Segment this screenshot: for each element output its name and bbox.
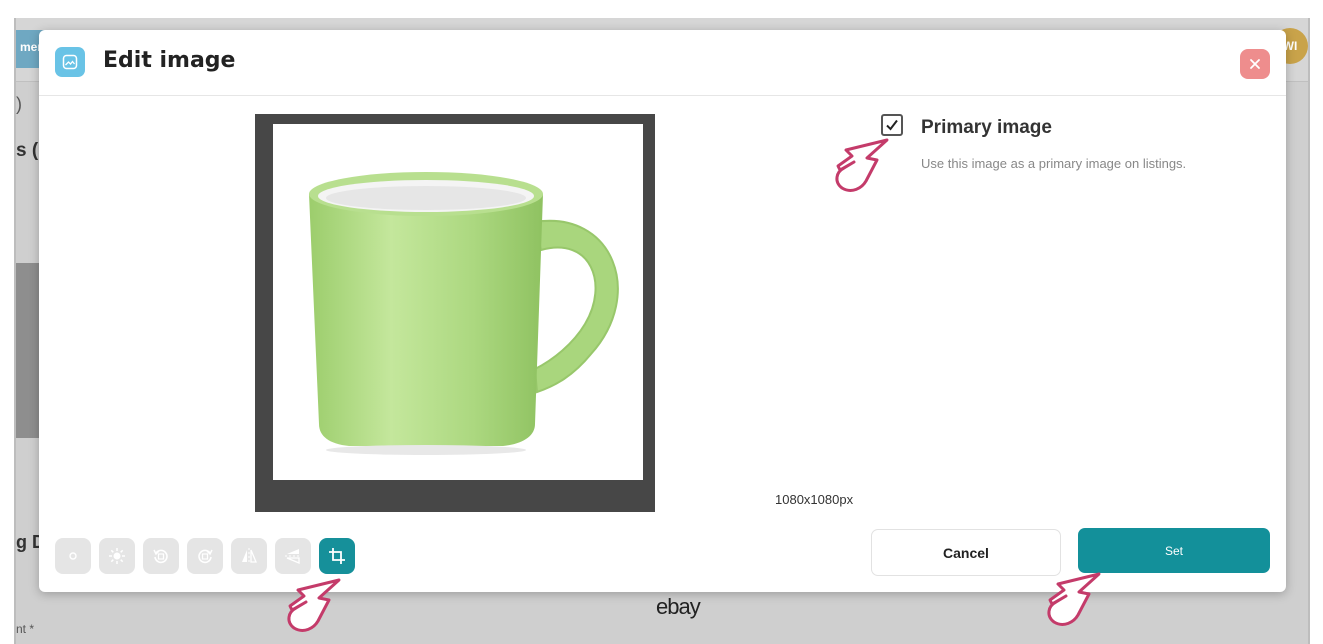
rotate-right-icon [198,549,213,564]
close-icon [1250,59,1260,69]
rotate-left-icon [153,549,168,564]
pointer-cursor-icon [287,578,341,632]
image-toolbar [55,538,355,574]
edit-image-modal: Edit image 1080x1080px Primary image Use… [39,30,1286,592]
tool-flip-horizontal-button[interactable] [231,538,267,574]
dot-icon [69,552,77,560]
set-button[interactable]: Set [1078,528,1270,573]
brightness-icon [109,548,125,564]
tool-rotate-left-button[interactable] [143,538,179,574]
checkmark-icon [886,119,898,131]
crop-icon [329,548,345,564]
tool-dot-button[interactable] [55,538,91,574]
modal-title: Edit image [103,48,236,73]
image-icon [55,47,85,77]
ebay-logo: ebay [656,594,701,619]
primary-image-checkbox[interactable] [881,114,903,136]
tool-rotate-right-button[interactable] [187,538,223,574]
tool-flip-vertical-button[interactable] [275,538,311,574]
background-text-paren: ) [16,94,22,114]
image-dimensions: 1080x1080px [775,492,854,507]
pointer-cursor-icon [1047,572,1101,626]
tool-brightness-button[interactable] [99,538,135,574]
flip-vertical-icon [285,549,301,564]
background-field-label: nt * [16,622,35,636]
image-preview-frame [255,114,655,512]
close-button[interactable] [1240,49,1270,79]
primary-image-label: Primary image [921,117,1052,138]
tool-crop-button[interactable] [319,538,355,574]
background-heading: s ( [16,140,39,161]
mug-image [309,172,619,455]
flip-horizontal-icon [242,548,257,564]
image-preview [273,124,643,480]
pointer-cursor-icon [835,138,889,192]
primary-image-description: Use this image as a primary image on lis… [921,156,1187,171]
cancel-button[interactable]: Cancel [871,529,1061,576]
modal-header: Edit image [39,30,1286,96]
